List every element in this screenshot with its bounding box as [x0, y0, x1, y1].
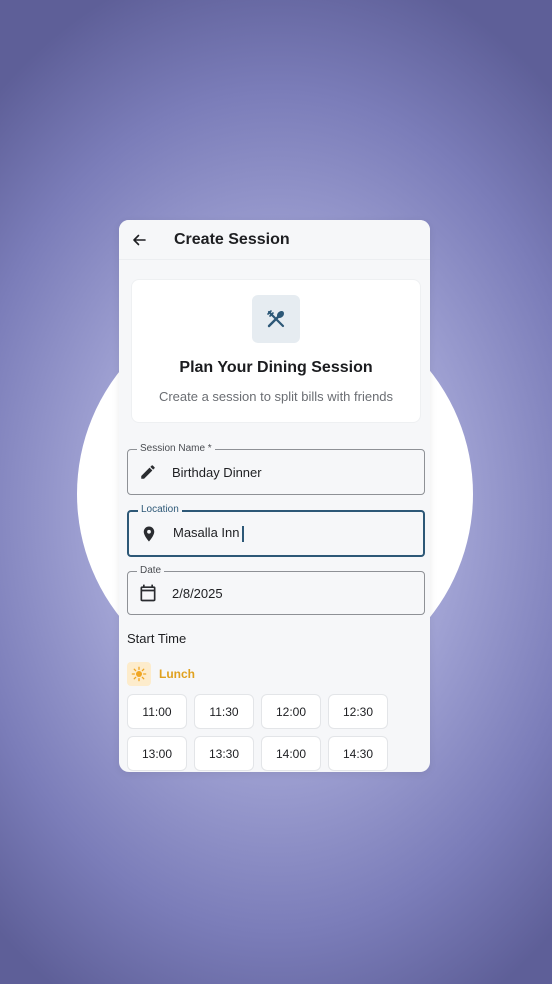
map-pin-icon: [139, 524, 159, 544]
hero-card: Plan Your Dining Session Create a sessio…: [131, 279, 421, 423]
lunch-period: Lunch: [127, 662, 195, 686]
arrow-left-icon: [133, 234, 146, 245]
back-button[interactable]: [129, 230, 149, 250]
sun-icon: [127, 662, 151, 686]
time-slot-1100[interactable]: 11:00: [127, 694, 187, 729]
app-screen: Create Session Plan Your Dining Session …: [119, 220, 430, 772]
hero-subtitle: Create a session to split bills with fri…: [158, 389, 394, 404]
start-time-title: Start Time: [127, 631, 187, 646]
page-title: Create Session: [174, 230, 290, 248]
app-bar: Create Session: [119, 220, 430, 260]
time-slot-1230[interactable]: 12:30: [328, 694, 388, 729]
time-slot-1400[interactable]: 14:00: [261, 736, 321, 771]
calendar-icon: [138, 583, 158, 603]
date-field[interactable]: Date 2/8/2025: [127, 564, 425, 615]
date-label: Date: [137, 564, 165, 578]
pencil-icon: [138, 462, 158, 482]
time-slot-1200[interactable]: 12:00: [261, 694, 321, 729]
session-name-label: Session Name *: [137, 442, 215, 456]
hero-icon-container: [252, 295, 300, 343]
date-input[interactable]: 2/8/2025: [172, 586, 223, 601]
time-slot-1300[interactable]: 13:00: [127, 736, 187, 771]
location-input[interactable]: Masalla Inn: [173, 525, 244, 542]
time-slot-1430[interactable]: 14:30: [328, 736, 388, 771]
session-name-field[interactable]: Session Name * Birthday Dinner: [127, 442, 425, 495]
session-name-input[interactable]: Birthday Dinner: [172, 465, 262, 480]
text-caret: [242, 525, 244, 542]
location-value: Masalla Inn: [173, 525, 240, 541]
hero-title: Plan Your Dining Session: [179, 359, 373, 376]
time-slot-1330[interactable]: 13:30: [194, 736, 254, 771]
location-label: Location: [138, 503, 182, 517]
time-slot-1130[interactable]: 11:30: [194, 694, 254, 729]
utensils-icon: [267, 310, 285, 328]
lunch-label: Lunch: [159, 667, 195, 681]
location-field[interactable]: Location Masalla Inn: [127, 503, 425, 557]
